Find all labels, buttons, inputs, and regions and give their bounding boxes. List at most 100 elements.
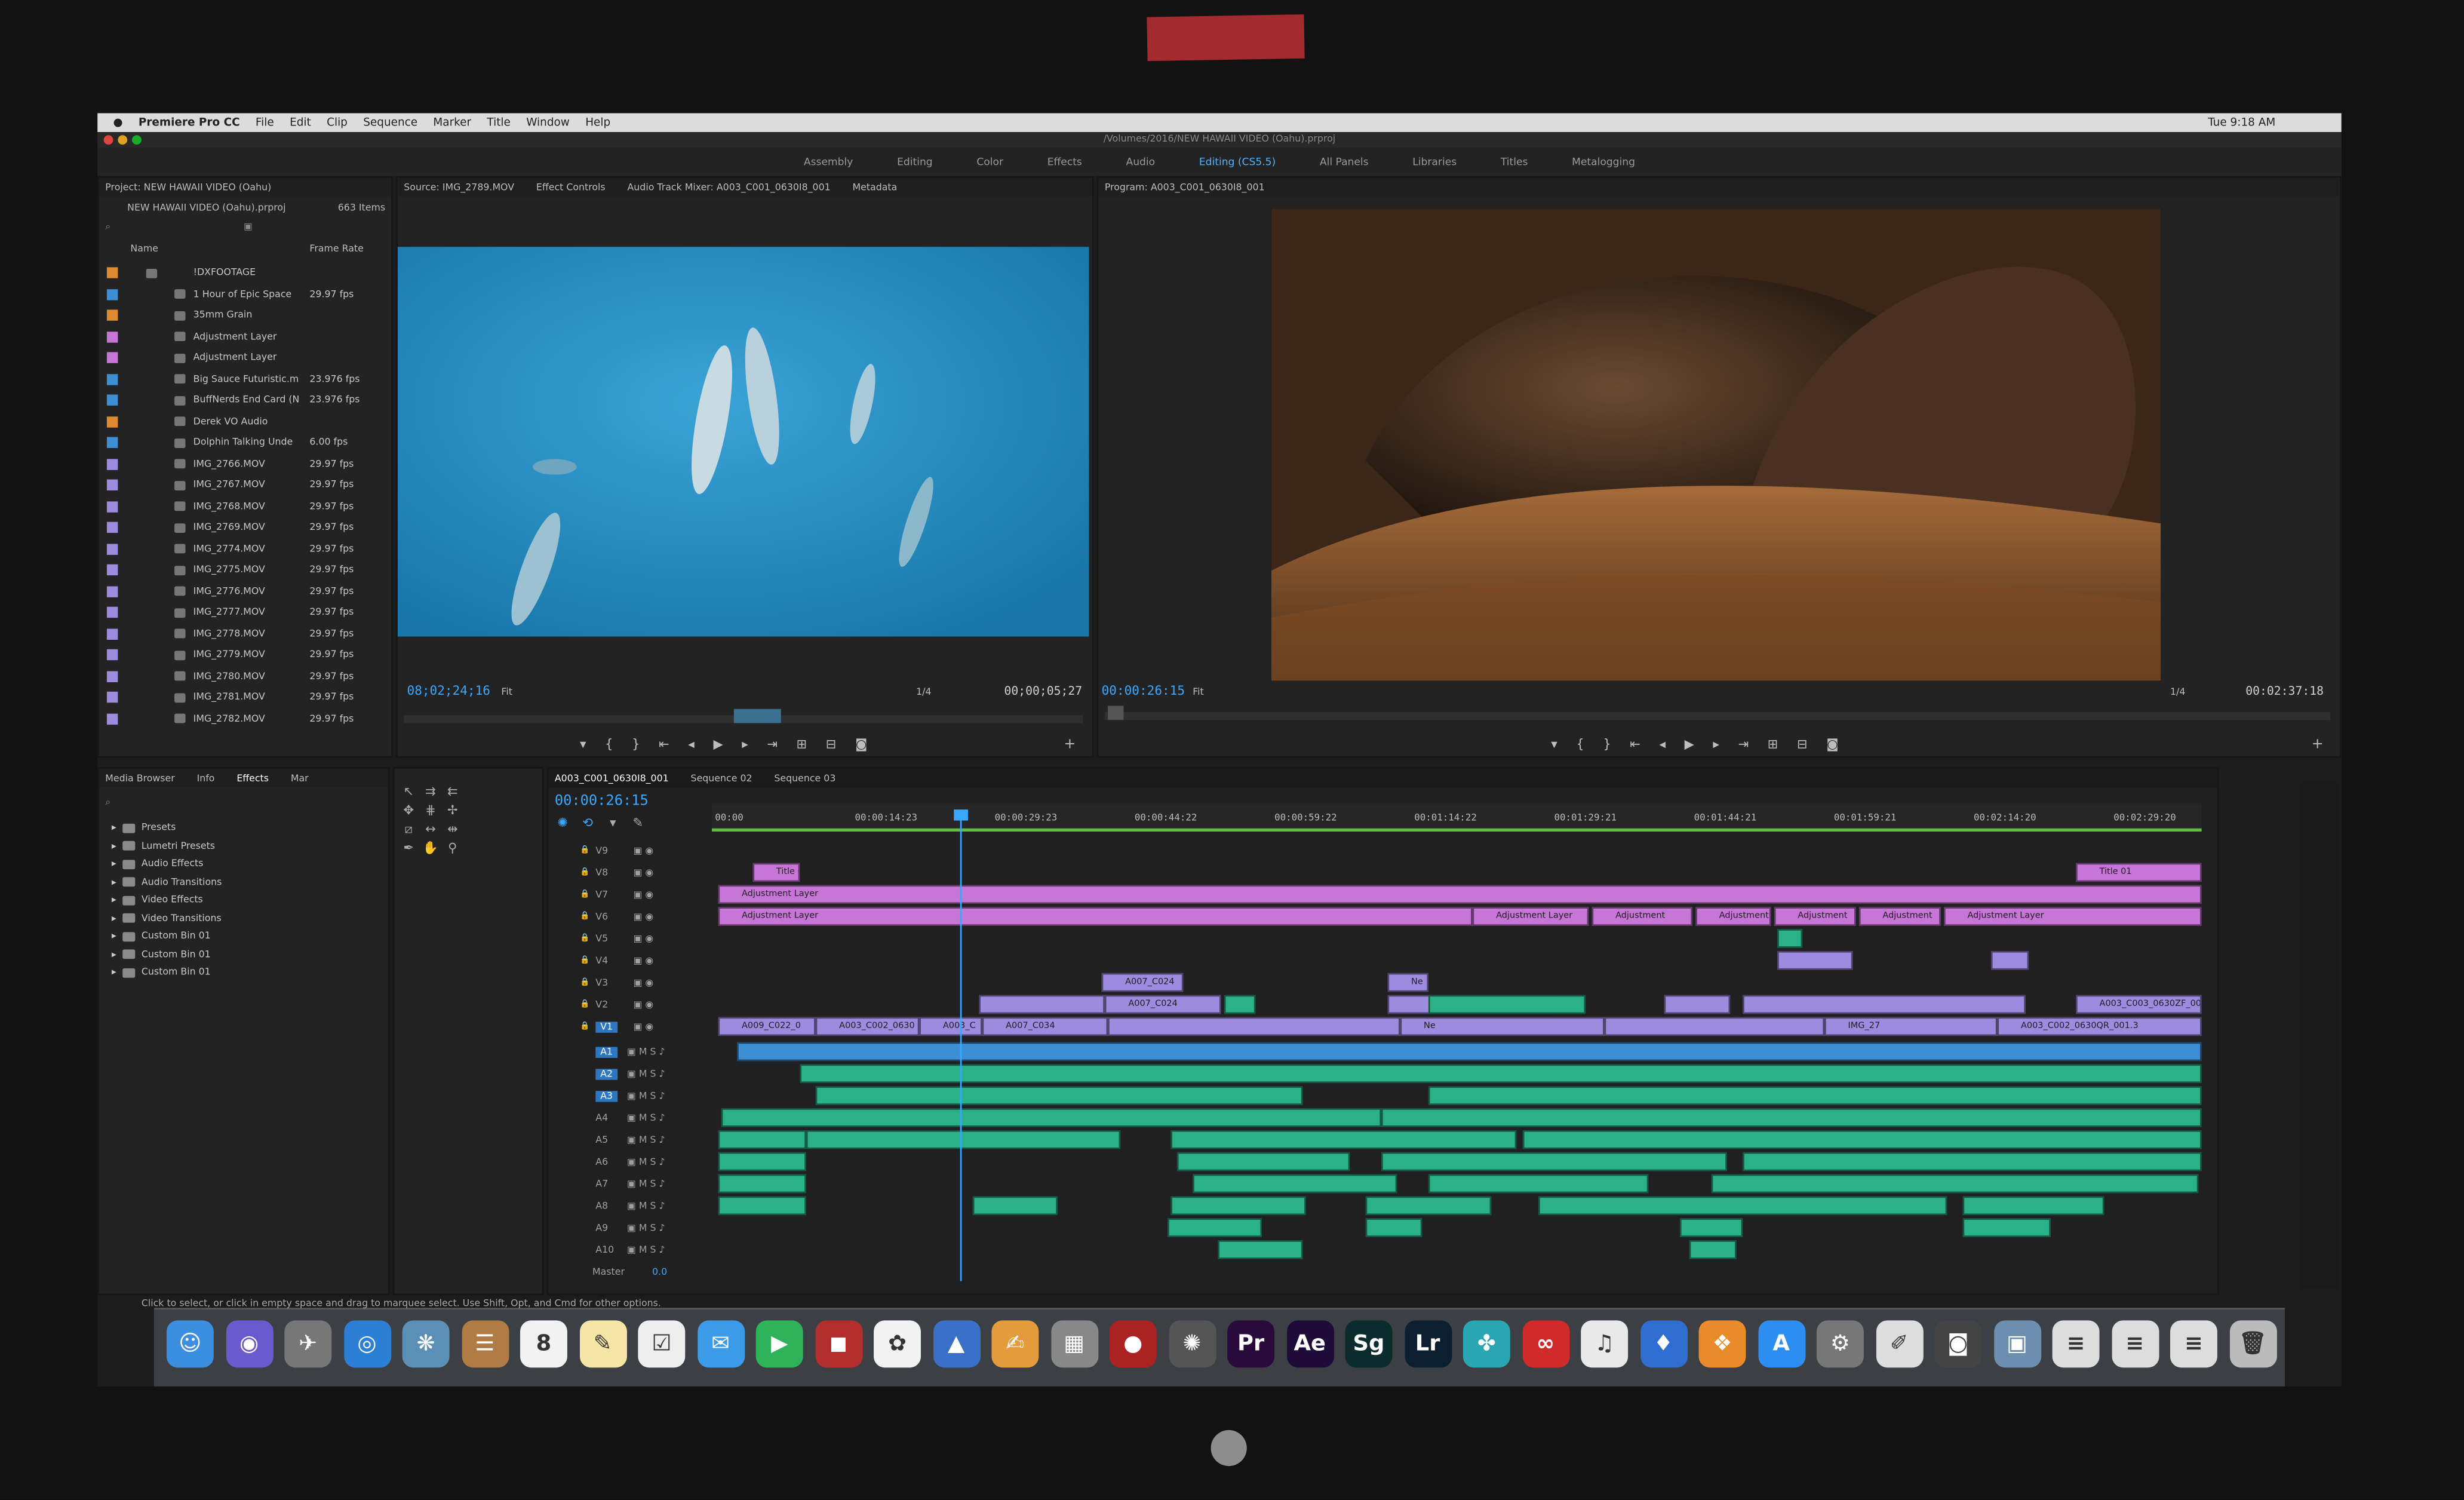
- hand-tool-icon[interactable]: ✋: [423, 841, 438, 857]
- dock-photos-icon[interactable]: ✿: [874, 1320, 921, 1368]
- snap-icon[interactable]: ✺: [555, 816, 570, 832]
- play-icon[interactable]: ▶: [1685, 737, 1694, 751]
- audio-clip[interactable]: [972, 1196, 1058, 1216]
- linked-selection-icon[interactable]: ⟲: [580, 816, 595, 832]
- eye-icon[interactable]: ▣ ◉: [633, 1022, 653, 1032]
- tab-sequence-02[interactable]: Sequence 02: [691, 772, 752, 783]
- audio-clip[interactable]: [1365, 1218, 1423, 1237]
- chevron-right-icon[interactable]: ▸: [112, 967, 116, 977]
- program-fit-select[interactable]: Fit: [1193, 687, 1204, 698]
- add-button-icon[interactable]: +: [2312, 737, 2324, 753]
- project-item[interactable]: IMG_2779.MOV 29.97 fps: [99, 645, 391, 666]
- video-clip[interactable]: Ne: [1400, 1017, 1605, 1036]
- project-item[interactable]: IMG_2781.MOV 29.97 fps: [99, 687, 391, 708]
- source-fit-select[interactable]: Fit: [501, 687, 512, 698]
- menu-help[interactable]: Help: [585, 116, 610, 129]
- audio-clip[interactable]: [718, 1174, 806, 1194]
- eye-icon[interactable]: ▣ ◉: [633, 868, 653, 879]
- audio-clip[interactable]: [1679, 1218, 1743, 1237]
- dock-keynote2-icon[interactable]: ♦: [1639, 1320, 1687, 1368]
- dock-contacts-icon[interactable]: ☰: [461, 1320, 509, 1368]
- eye-icon[interactable]: ▣ ◉: [633, 912, 653, 922]
- mute-solo-icon[interactable]: ▣ M S ♪: [627, 1091, 665, 1102]
- video-clip[interactable]: A007_C024: [1104, 995, 1221, 1014]
- chevron-right-icon[interactable]: ▸: [112, 913, 116, 924]
- dock-speedgrade-icon[interactable]: Sg: [1345, 1320, 1393, 1368]
- audio-clip[interactable]: [1428, 995, 1586, 1014]
- video-track-header[interactable]: 🔒 V5 ▣ ◉: [548, 929, 705, 949]
- adjustment-layer-clip[interactable]: Adjustment Layer: [718, 885, 2202, 904]
- search-icon[interactable]: ⌕: [105, 797, 110, 809]
- go-to-in-icon[interactable]: ⇤: [1630, 737, 1640, 751]
- in-point-icon[interactable]: {: [1576, 737, 1584, 751]
- razor-tool-icon[interactable]: ⧄: [401, 822, 416, 838]
- tab-effect-controls[interactable]: Effect Controls: [536, 182, 606, 192]
- menu-sequence[interactable]: Sequence: [363, 116, 417, 129]
- dock-itunes-icon[interactable]: ♫: [1581, 1320, 1629, 1368]
- workspace-libraries[interactable]: Libraries: [1412, 156, 1457, 168]
- lock-icon[interactable]: 🔒: [580, 868, 589, 878]
- go-to-in-icon[interactable]: ⇤: [659, 737, 669, 751]
- out-point-icon[interactable]: }: [632, 737, 640, 751]
- dock-script-editor-icon[interactable]: ✐: [1875, 1320, 1923, 1368]
- video-clip[interactable]: [1743, 995, 2026, 1014]
- project-item[interactable]: Adjustment Layer: [99, 348, 391, 369]
- audio-clip[interactable]: [1193, 1174, 1397, 1194]
- lock-icon[interactable]: 🔒: [580, 889, 589, 899]
- video-clip[interactable]: [1604, 1017, 1825, 1036]
- eye-icon[interactable]: ▣ ◉: [633, 889, 653, 900]
- workspace-audio[interactable]: Audio: [1126, 156, 1156, 168]
- work-area-bar[interactable]: [712, 828, 2202, 832]
- step-forward-icon[interactable]: ▸: [742, 737, 748, 751]
- step-back-icon[interactable]: ◂: [688, 737, 695, 751]
- dock-system-preferences-icon[interactable]: ⚙: [1816, 1320, 1864, 1368]
- project-item[interactable]: BuffNerds End Card (N 23.976 fps: [99, 390, 391, 412]
- mute-solo-icon[interactable]: ▣ M S ♪: [627, 1135, 665, 1146]
- out-point-icon[interactable]: }: [1603, 737, 1611, 751]
- tab-markers[interactable]: Mar: [291, 772, 309, 783]
- audio-track-header[interactable]: A3 ▣ M S ♪: [548, 1086, 705, 1106]
- tab-sequence-03[interactable]: Sequence 03: [774, 772, 835, 783]
- timeline-timecode[interactable]: 00:00:26:15: [555, 794, 649, 809]
- audio-clip[interactable]: [1962, 1218, 2051, 1237]
- video-track-header[interactable]: 🔒 V1 ▣ ◉: [548, 1017, 705, 1038]
- adjustment-layer-clip[interactable]: Adjustment Layer: [1944, 907, 2202, 926]
- audio-clip[interactable]: [1428, 1174, 1649, 1194]
- audio-track-header[interactable]: A9 ▣ M S ♪: [548, 1218, 705, 1238]
- audio-clip[interactable]: [1743, 1152, 2202, 1171]
- project-item[interactable]: IMG_2780.MOV 29.97 fps: [99, 665, 391, 687]
- track-select-tool-icon[interactable]: ⇉: [423, 784, 438, 800]
- project-item[interactable]: Derek VO Audio: [99, 411, 391, 432]
- audio-clip[interactable]: [1170, 1196, 1306, 1216]
- source-playhead-region[interactable]: [733, 708, 781, 723]
- audio-track-header[interactable]: A6 ▣ M S ♪: [548, 1152, 705, 1173]
- chevron-right-icon[interactable]: ▸: [112, 822, 116, 833]
- mute-solo-icon[interactable]: ▣ M S ♪: [627, 1157, 665, 1168]
- dock-keynote-icon[interactable]: ▲: [932, 1320, 980, 1368]
- marker-icon[interactable]: ▾: [580, 737, 586, 751]
- menu-window[interactable]: Window: [526, 116, 570, 129]
- effects-folder[interactable]: ▸ Video Effects: [112, 894, 203, 905]
- project-item[interactable]: IMG_2768.MOV 29.97 fps: [99, 496, 391, 517]
- dock-messages-icon[interactable]: ✉: [697, 1320, 744, 1368]
- audio-clip[interactable]: [718, 1196, 806, 1216]
- workspace-editing-cs55[interactable]: Editing (CS5.5): [1199, 156, 1276, 168]
- playhead-line[interactable]: [960, 809, 962, 1281]
- video-clip[interactable]: IMG_27: [1824, 1017, 1998, 1036]
- video-clip[interactable]: A003_C003_0630ZF_001.3: [2076, 995, 2202, 1014]
- add-marker-icon[interactable]: ▾: [605, 816, 620, 832]
- dock-preview-icon[interactable]: ❋: [402, 1320, 450, 1368]
- chevron-right-icon[interactable]: ▸: [112, 840, 116, 851]
- lift-icon[interactable]: ⊞: [1768, 737, 1778, 751]
- video-clip[interactable]: A003_C002_0630: [815, 1017, 920, 1036]
- audio-clip[interactable]: [1381, 1152, 1727, 1171]
- dock-photo-booth-icon[interactable]: ◼: [815, 1320, 862, 1368]
- adjustment-layer-clip[interactable]: Adjustment: [1695, 907, 1771, 926]
- project-item[interactable]: IMG_2767.MOV 29.97 fps: [99, 475, 391, 496]
- lock-icon[interactable]: 🔒: [580, 912, 589, 921]
- audio-clip[interactable]: [1365, 1196, 1492, 1216]
- project-item[interactable]: IMG_2782.MOV 29.97 fps: [99, 708, 391, 729]
- dock-reminders-icon[interactable]: ☑: [638, 1320, 686, 1368]
- master-level[interactable]: 0.0: [652, 1267, 667, 1278]
- dock-siri-icon[interactable]: ◉: [225, 1320, 273, 1368]
